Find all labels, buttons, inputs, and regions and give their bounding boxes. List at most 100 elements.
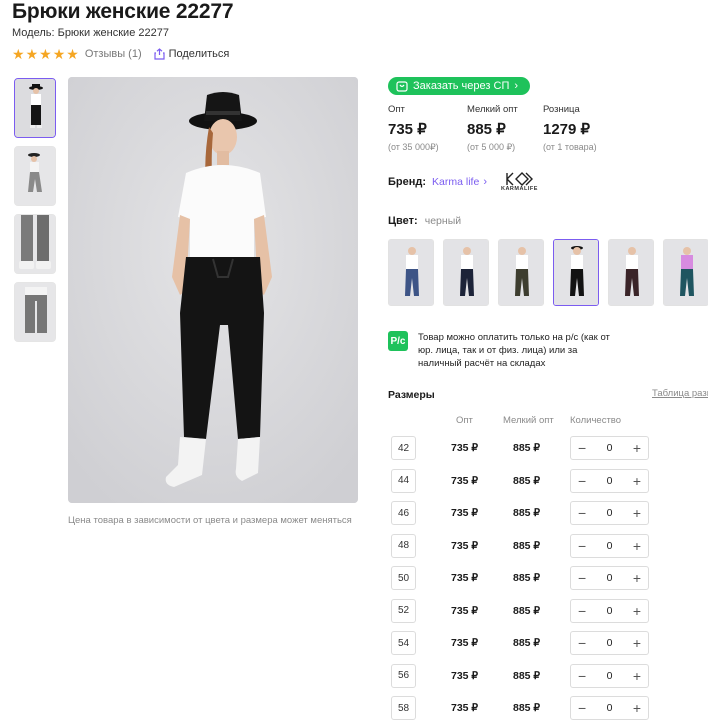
quantity-stepper: − 0 + bbox=[570, 501, 649, 525]
opt-price: 735 ₽ bbox=[451, 442, 479, 454]
reviews-link[interactable]: Отзывы (1) bbox=[85, 48, 142, 60]
price-small-wholesale: Мелкий опт 885 ₽ (от 5 000 ₽) bbox=[467, 104, 543, 153]
minus-icon[interactable]: − bbox=[578, 539, 586, 553]
model-figure bbox=[68, 77, 358, 503]
opt-price: 735 ₽ bbox=[451, 669, 479, 682]
plus-icon[interactable]: + bbox=[633, 669, 641, 683]
share-label: Поделиться bbox=[168, 48, 230, 60]
bank-account-icon: P/c bbox=[388, 331, 408, 351]
quantity-value[interactable]: 0 bbox=[607, 605, 613, 617]
small-opt-price: 885 ₽ bbox=[513, 474, 541, 487]
size-row: 44 735 ₽ 885 ₽ − 0 + bbox=[391, 467, 708, 500]
size-chip[interactable]: 56 bbox=[391, 663, 416, 688]
swatch-blue[interactable] bbox=[388, 239, 434, 306]
order-via-sp-button[interactable]: Заказать через СП › bbox=[388, 77, 531, 95]
small-opt-price: 885 ₽ bbox=[513, 507, 541, 519]
swatch-navy[interactable] bbox=[443, 239, 489, 306]
quantity-stepper: − 0 + bbox=[570, 631, 649, 655]
quantity-value[interactable]: 0 bbox=[607, 670, 613, 682]
size-chip[interactable]: 50 bbox=[391, 566, 416, 590]
swatch-teal[interactable] bbox=[663, 239, 708, 306]
plus-icon[interactable]: + bbox=[633, 441, 641, 455]
opt-price: 735 ₽ bbox=[451, 507, 479, 519]
product-model: Модель: Брюки женские 22277 bbox=[12, 27, 169, 39]
quantity-value[interactable]: 0 bbox=[607, 572, 613, 584]
payment-text: Товар можно оплатить только на р/с (как … bbox=[418, 332, 610, 369]
price-condition: (от 35 000₽) bbox=[388, 142, 439, 152]
size-table: 42 735 ₽ 885 ₽ − 0 +44 735 ₽ 885 ₽ − 0 +46 735 ₽ 885… bbox=[391, 434, 708, 727]
price-disclaimer: Цена товара в зависимости от цвета и раз… bbox=[68, 515, 352, 526]
size-chip[interactable]: 44 bbox=[391, 468, 416, 493]
opt-price: 735 ₽ bbox=[451, 572, 479, 584]
brand-label: Бренд: bbox=[388, 176, 427, 188]
size-row: 46 735 ₽ 885 ₽ − 0 + bbox=[391, 499, 708, 532]
quantity-stepper: − 0 + bbox=[570, 663, 649, 688]
thumbnail-figure bbox=[15, 79, 55, 137]
small-opt-price: 885 ₽ bbox=[513, 637, 541, 649]
price-condition: (от 5 000 ₽) bbox=[467, 142, 516, 152]
thumbnail-list bbox=[14, 78, 56, 350]
sizes-title: Размеры bbox=[388, 389, 435, 401]
plus-icon[interactable]: + bbox=[633, 506, 641, 520]
thumbnail-3[interactable] bbox=[14, 214, 56, 274]
size-chip[interactable]: 58 bbox=[391, 696, 416, 720]
size-chip[interactable]: 52 bbox=[391, 598, 416, 623]
price-retail: Розница 1279 ₽ (от 1 товара) bbox=[543, 104, 623, 153]
plus-icon[interactable]: + bbox=[633, 571, 641, 585]
brand-link[interactable]: Karma life bbox=[432, 176, 479, 188]
opt-price: 735 ₽ bbox=[451, 539, 479, 552]
minus-icon[interactable]: − bbox=[578, 506, 586, 520]
minus-icon[interactable]: − bbox=[578, 441, 586, 455]
opt-price: 735 ₽ bbox=[451, 474, 479, 487]
thumbnail-2[interactable] bbox=[14, 146, 56, 206]
brand-row: Бренд: Karma life › KARMALIFE bbox=[388, 170, 538, 194]
price-wholesale: Опт 735 ₽ (от 35 000₽) bbox=[388, 104, 467, 153]
opt-price: 735 ₽ bbox=[451, 637, 479, 649]
swatch-black[interactable] bbox=[553, 239, 599, 306]
minus-icon[interactable]: − bbox=[578, 701, 586, 715]
minus-icon[interactable]: − bbox=[578, 669, 586, 683]
color-swatches bbox=[388, 239, 708, 306]
quantity-value[interactable]: 0 bbox=[607, 637, 613, 649]
quantity-stepper: − 0 + bbox=[570, 566, 649, 590]
share-icon bbox=[154, 48, 165, 60]
thumbnail-4[interactable] bbox=[14, 282, 56, 342]
minus-icon[interactable]: − bbox=[578, 604, 586, 618]
size-chip[interactable]: 42 bbox=[391, 436, 416, 460]
minus-icon[interactable]: − bbox=[578, 636, 586, 650]
small-opt-price: 885 ₽ bbox=[513, 702, 541, 714]
minus-icon[interactable]: − bbox=[578, 571, 586, 585]
size-chip[interactable]: 48 bbox=[391, 533, 416, 558]
main-product-photo[interactable] bbox=[68, 77, 358, 503]
minus-icon[interactable]: − bbox=[578, 474, 586, 488]
quantity-value[interactable]: 0 bbox=[607, 507, 613, 519]
star-icon: ★ bbox=[39, 46, 52, 62]
brand-logo[interactable]: KARMALIFE bbox=[501, 172, 538, 192]
swatch-brown[interactable] bbox=[608, 239, 654, 306]
size-chip[interactable]: 46 bbox=[391, 501, 416, 525]
plus-icon[interactable]: + bbox=[633, 604, 641, 618]
plus-icon[interactable]: + bbox=[633, 474, 641, 488]
quantity-value[interactable]: 0 bbox=[607, 442, 613, 454]
opt-price: 735 ₽ bbox=[451, 702, 479, 714]
size-row: 48 735 ₽ 885 ₽ − 0 + bbox=[391, 532, 708, 565]
size-table-link[interactable]: Таблица разм bbox=[652, 388, 708, 399]
price-condition: (от 1 товара) bbox=[543, 142, 597, 152]
size-row: 56 735 ₽ 885 ₽ − 0 + bbox=[391, 662, 708, 695]
plus-icon[interactable]: + bbox=[633, 539, 641, 553]
product-title: Брюки женские 22277 bbox=[12, 0, 234, 23]
star-icon: ★ bbox=[52, 46, 66, 62]
plus-icon[interactable]: + bbox=[633, 636, 641, 650]
small-opt-price: 885 ₽ bbox=[513, 539, 541, 552]
size-row: 52 735 ₽ 885 ₽ − 0 + bbox=[391, 597, 708, 630]
color-value: черный bbox=[424, 215, 462, 227]
thumbnail-1[interactable] bbox=[14, 78, 56, 138]
plus-icon[interactable]: + bbox=[633, 701, 641, 715]
cart-icon bbox=[396, 80, 408, 92]
quantity-value[interactable]: 0 bbox=[607, 702, 613, 714]
share-button[interactable]: Поделиться bbox=[154, 48, 230, 60]
size-chip[interactable]: 54 bbox=[391, 631, 416, 655]
quantity-value[interactable]: 0 bbox=[607, 540, 613, 552]
swatch-olive[interactable] bbox=[498, 239, 544, 306]
quantity-value[interactable]: 0 bbox=[607, 475, 613, 487]
